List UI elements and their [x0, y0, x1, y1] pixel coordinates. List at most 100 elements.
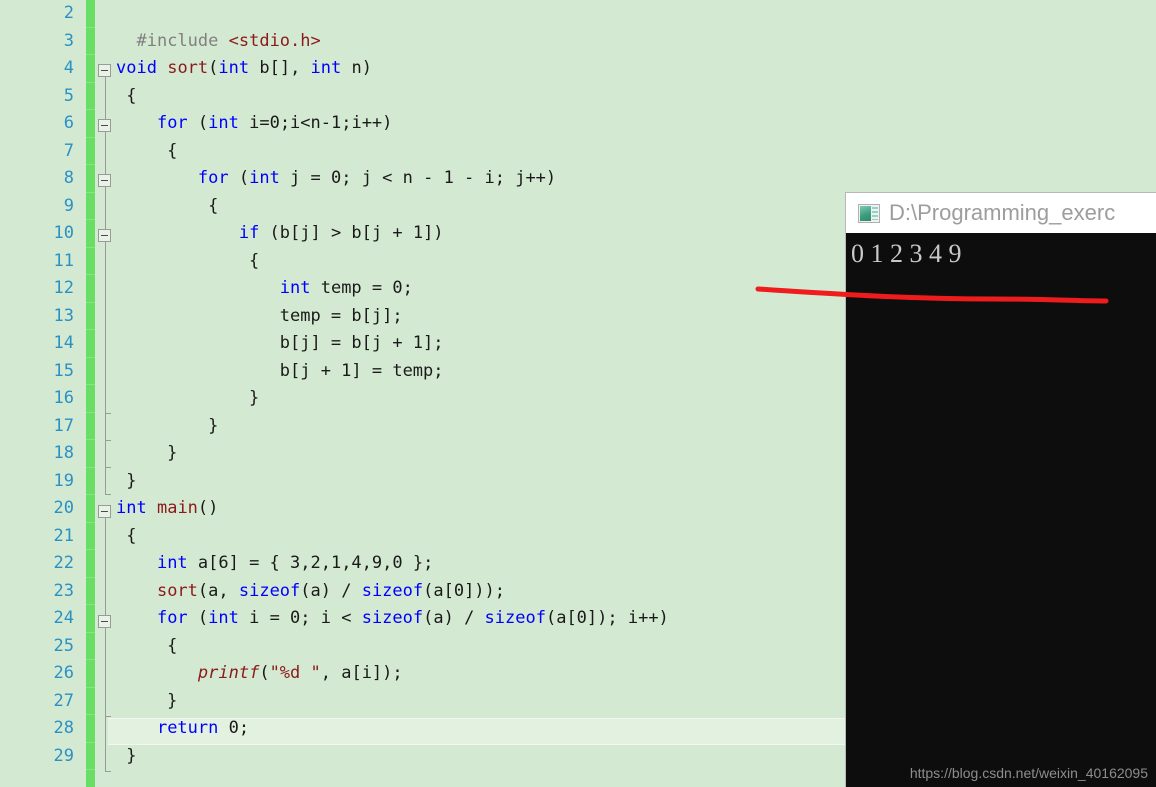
code-text: int temp = 0; [116, 275, 413, 303]
code-token: sort [167, 58, 209, 78]
code-token: } [116, 388, 260, 408]
blog-watermark: https://blog.csdn.net/weixin_40162095 [909, 765, 1148, 781]
line-number: 6 [63, 113, 74, 133]
code-token: sizeof [238, 580, 301, 601]
line-number: 9 [63, 195, 74, 216]
line-number: 8 [63, 168, 74, 188]
code-text: for (int j = 0; j < n - 1 - i; j++) [116, 165, 556, 193]
line-number: 15 [53, 360, 74, 381]
code-token: printf [197, 663, 260, 683]
code-text: int a[6] = { 3,2,1,4,9,0 }; [116, 550, 433, 578]
code-text: { [116, 83, 136, 111]
code-text: } [116, 385, 259, 413]
code-token: sizeof [361, 608, 424, 628]
code-token: { [116, 525, 137, 546]
code-token: for [156, 113, 188, 133]
code-token: int [116, 498, 147, 518]
code-text: } [116, 440, 177, 468]
code-text: temp = b[j]; [116, 303, 403, 331]
code-line[interactable]: 7 { [0, 138, 1156, 166]
code-text: sort(a, sizeof(a) / sizeof(a[0])); [116, 578, 505, 606]
line-number: 2 [63, 3, 74, 23]
console-window[interactable]: D:\Programming_exerc 0 1 2 3 4 9 https:/… [845, 192, 1156, 787]
code-token: i=0;i<n-1;i++) [238, 113, 393, 133]
console-window-icon [858, 203, 880, 223]
code-token: sizeof [361, 580, 424, 601]
console-title-text: D:\Programming_exerc [889, 200, 1116, 225]
code-token: void [116, 58, 157, 78]
code-text: return 0; [116, 715, 249, 743]
code-token: a[6] = { 3,2,1,4,9,0 }; [187, 553, 434, 573]
line-number: 22 [53, 553, 74, 573]
code-token: #include [136, 30, 219, 51]
code-token: { [116, 140, 178, 161]
code-text: #include <stdio.h> [116, 28, 321, 56]
code-token: ( [259, 663, 270, 683]
code-line[interactable]: 2 [0, 0, 1156, 28]
code-line[interactable]: 4 void sort(int b[], int n) [0, 55, 1156, 83]
code-token: b[], [249, 58, 311, 78]
code-token: temp = 0; [310, 278, 413, 298]
code-token: b[j + 1] = temp; [116, 360, 444, 381]
code-token: sizeof [484, 608, 546, 628]
code-token: (a, [197, 580, 239, 601]
code-token: b[j] = b[j + 1]; [116, 333, 444, 353]
code-text: b[j] = b[j + 1]; [116, 330, 444, 358]
code-token: (a) / [423, 608, 485, 628]
line-number: 17 [53, 415, 74, 436]
code-text: int main() [116, 495, 218, 523]
code-token: { [116, 635, 178, 656]
code-token: ( [187, 113, 209, 133]
code-line[interactable]: 8 for (int j = 0; j < n - 1 - i; j++) [0, 165, 1156, 193]
code-token: ( [228, 168, 250, 188]
line-number: 3 [63, 30, 74, 51]
code-token: (a) / [300, 580, 362, 601]
code-token: if [238, 223, 260, 243]
code-line[interactable]: 6 for (int i=0;i<n-1;i++) [0, 110, 1156, 138]
code-token: int [310, 58, 342, 78]
line-number: 27 [53, 690, 74, 711]
code-token: <stdio.h> [228, 30, 321, 51]
line-number: 13 [53, 305, 74, 326]
code-token: int [218, 58, 250, 78]
code-text: { [116, 248, 259, 276]
code-token: 0; [218, 718, 250, 738]
code-token: int [249, 168, 280, 188]
code-token: { [116, 195, 219, 216]
code-token: } [116, 415, 219, 436]
console-output-text: 0 1 2 3 4 9 [851, 239, 962, 268]
code-token: } [116, 470, 137, 491]
line-number: 25 [53, 635, 74, 656]
code-token: temp = b[j]; [116, 305, 403, 326]
code-token: j = 0; j < n - 1 - i; j++) [279, 168, 557, 188]
code-text: } [116, 468, 136, 496]
code-token: int [279, 278, 311, 298]
line-number: 20 [53, 498, 74, 518]
code-token: for [197, 168, 229, 188]
code-token: ( [208, 58, 219, 78]
code-text: for (int i = 0; i < sizeof(a) / sizeof(a… [116, 605, 669, 633]
code-token: main [156, 498, 198, 518]
code-line[interactable]: 5 { [0, 83, 1156, 111]
line-number: 19 [53, 470, 74, 491]
code-line[interactable]: 3 #include <stdio.h> [0, 28, 1156, 56]
code-token: int [156, 553, 188, 573]
line-number: 11 [53, 250, 74, 271]
code-text: void sort(int b[], int n) [116, 55, 372, 83]
line-number: 7 [63, 140, 74, 161]
code-token: (a[0])); [423, 580, 506, 601]
line-number: 29 [53, 745, 74, 766]
console-title-bar[interactable]: D:\Programming_exerc [846, 193, 1156, 233]
code-text: printf("%d ", a[i]); [116, 660, 403, 688]
code-token: int [208, 113, 239, 133]
code-token: (b[j] > b[j + 1]) [259, 223, 444, 243]
code-text: } [116, 688, 177, 716]
code-token: (a[0]); i++) [545, 608, 669, 628]
code-text: { [116, 193, 218, 221]
